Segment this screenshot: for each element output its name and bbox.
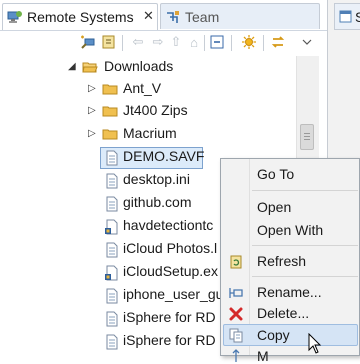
menu-item-go-to[interactable]: Go To xyxy=(257,166,294,182)
link-icon xyxy=(271,36,285,48)
copy-icon xyxy=(229,328,243,343)
tree-item-label[interactable]: iSphere for RD xyxy=(123,332,216,348)
tab-team-label: Team xyxy=(185,9,220,25)
up-button[interactable]: ⇧ xyxy=(167,33,185,51)
collapse-all-button[interactable] xyxy=(208,33,226,51)
folder-icon xyxy=(102,106,118,117)
close-icon[interactable]: ✕ xyxy=(143,8,154,24)
new-connection-button[interactable] xyxy=(79,33,97,51)
back-button[interactable]: ⇦ xyxy=(129,33,147,51)
tab-remote-systems[interactable]: Remote Systems ✕ xyxy=(2,3,158,30)
tree-item-label[interactable]: Ant_V xyxy=(123,80,161,96)
show-details-button[interactable] xyxy=(240,33,258,51)
refresh-icon xyxy=(230,255,242,269)
collapsed-twisty-icon[interactable]: ▷ xyxy=(88,83,96,94)
menu-item-refresh[interactable]: Refresh xyxy=(257,253,306,269)
file-icon xyxy=(106,173,118,189)
tree-item-label[interactable]: Macrium xyxy=(123,125,177,141)
file-icon xyxy=(106,196,118,212)
view-menu-button[interactable] xyxy=(298,33,316,51)
tree-item-label[interactable]: iSphere for RD xyxy=(123,309,216,325)
menu-item-delete[interactable]: Delete... xyxy=(257,305,309,321)
tab-team[interactable]: Team xyxy=(160,3,320,29)
remote-systems-icon xyxy=(7,11,22,23)
scrollbar-thumb[interactable] xyxy=(300,124,314,150)
menu-separator xyxy=(252,276,358,277)
executable-icon xyxy=(105,219,118,235)
arrow-left-icon: ⇦ xyxy=(132,34,144,49)
tab-adjacent-view[interactable]: S xyxy=(334,3,360,30)
link-with-editor-button[interactable] xyxy=(269,33,287,51)
menu-item-open-with[interactable]: Open With xyxy=(257,222,323,238)
toolbar-separator xyxy=(204,35,205,51)
file-icon xyxy=(106,150,118,166)
tree-item-label[interactable]: iphone_user_gu xyxy=(123,286,223,302)
menu-item-rename[interactable]: Rename... xyxy=(257,284,322,300)
executable-icon xyxy=(105,265,118,281)
tree-item-label[interactable]: havdetectiontc xyxy=(123,217,213,233)
tree-item-label[interactable]: Jt400 Zips xyxy=(123,102,188,118)
file-icon xyxy=(106,242,118,258)
menu-separator xyxy=(252,190,358,191)
tree-item-label[interactable]: DEMO.SAVF xyxy=(123,148,204,164)
menu-separator xyxy=(252,245,358,246)
tree-item-label[interactable]: iCloudSetup.ex xyxy=(123,263,218,279)
team-icon xyxy=(167,11,179,23)
tree-item-label[interactable]: github.com xyxy=(123,194,191,210)
tab-remote-systems-label: Remote Systems xyxy=(27,9,134,25)
sun-icon xyxy=(242,35,256,49)
delete-icon xyxy=(229,307,243,321)
filter-button[interactable] xyxy=(99,33,117,51)
menu-item-move[interactable]: M xyxy=(257,348,269,364)
rename-icon xyxy=(229,288,243,298)
home-icon: ⌂ xyxy=(190,34,198,50)
open-folder-icon xyxy=(82,62,98,73)
toolbar-separator xyxy=(263,35,264,51)
new-connection-icon xyxy=(81,35,95,49)
forward-button[interactable]: ⇨ xyxy=(149,33,167,51)
file-icon xyxy=(106,311,118,327)
mouse-cursor-icon xyxy=(308,333,322,354)
file-icon xyxy=(106,288,118,304)
menu-item-open[interactable]: Open xyxy=(257,199,291,215)
move-icon xyxy=(232,349,240,362)
view-icon xyxy=(339,10,352,23)
folder-icon xyxy=(102,84,118,95)
collapse-all-icon xyxy=(210,35,224,49)
toolbar-separator xyxy=(122,35,123,51)
filter-icon xyxy=(102,35,115,49)
tree-item-label[interactable]: Downloads xyxy=(104,58,173,74)
expanded-twisty-icon[interactable]: ◢ xyxy=(68,61,76,72)
file-icon xyxy=(106,334,118,350)
toolbar-separator xyxy=(231,35,232,51)
arrow-up-icon: ⇧ xyxy=(170,34,182,49)
tab-adjacent-label: S xyxy=(355,9,360,25)
home-button[interactable]: ⌂ xyxy=(185,33,203,51)
arrow-right-icon: ⇨ xyxy=(152,34,164,49)
collapsed-twisty-icon[interactable]: ▷ xyxy=(88,105,96,116)
folder-icon xyxy=(102,129,118,140)
chevron-down-icon xyxy=(302,39,312,45)
tree-item-label[interactable]: iCloud Photos.l xyxy=(123,240,217,256)
tree-item-label[interactable]: desktop.ini xyxy=(123,171,190,187)
view-toolbar: ⇦ ⇨ ⇧ ⌂ xyxy=(0,31,327,53)
collapsed-twisty-icon[interactable]: ▷ xyxy=(88,128,96,139)
menu-item-copy[interactable]: Copy xyxy=(257,327,290,343)
